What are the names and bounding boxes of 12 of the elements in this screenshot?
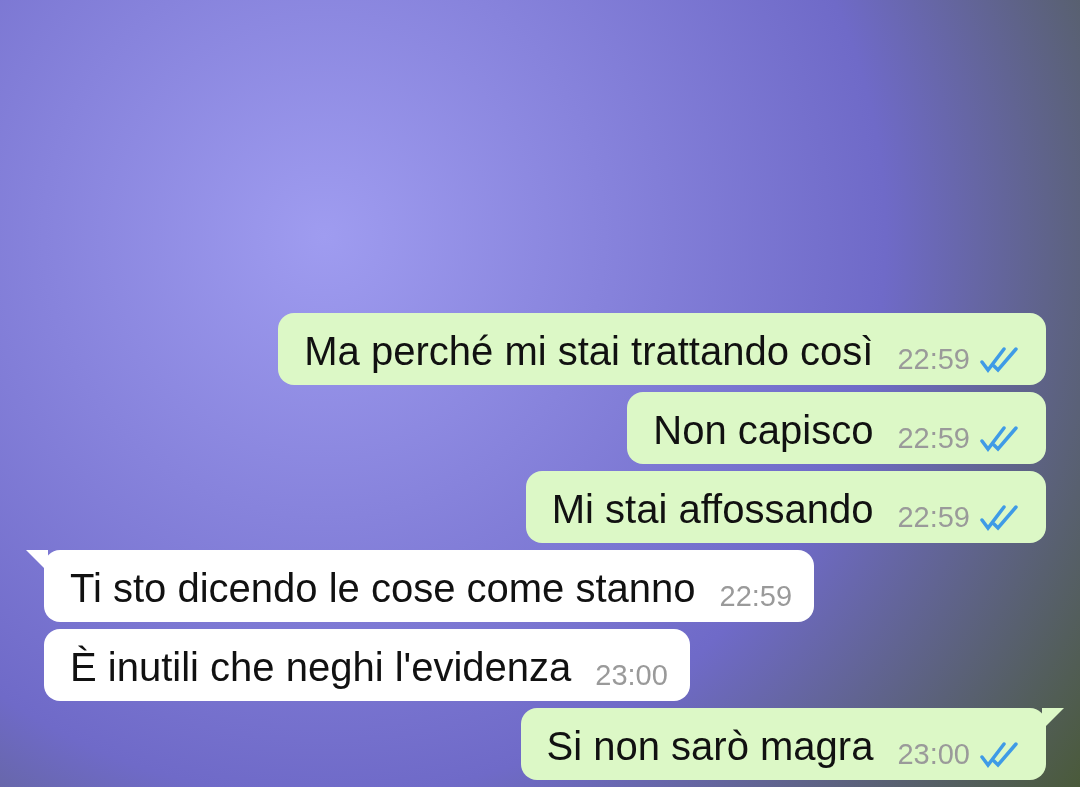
message-text: Ti sto dicendo le cose come stanno (70, 565, 696, 612)
message-time: 23:00 (595, 658, 668, 693)
message-time: 22:59 (897, 342, 970, 377)
message-text: Si non sarò magra (546, 723, 874, 770)
message-text: È inutili che neghi l'evidenza (70, 644, 572, 691)
message-text: Ma perché mi stai trattando così (304, 328, 874, 375)
message-text: Non capisco (653, 407, 874, 454)
message-text: Mi stai affossando (551, 486, 874, 533)
message-time: 23:00 (897, 737, 970, 772)
message-time: 22:59 (719, 579, 793, 614)
message-time: 22:59 (897, 421, 970, 456)
message-time: 22:59 (897, 500, 970, 535)
